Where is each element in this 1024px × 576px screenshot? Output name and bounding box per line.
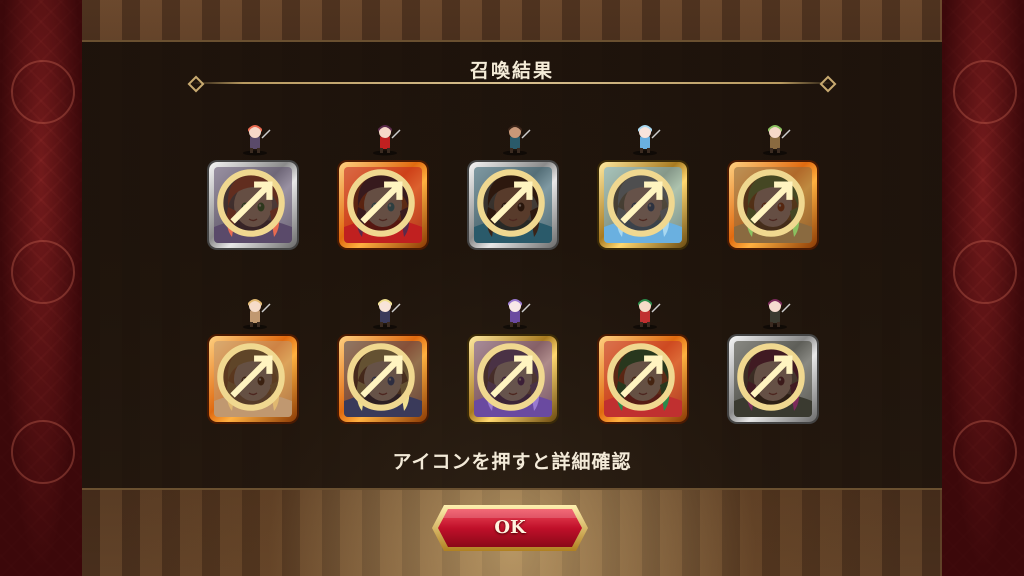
unit-sprite-icon [625, 120, 665, 156]
unit-sprite-icon [365, 120, 405, 156]
element-badge-icon [737, 169, 805, 237]
summoned-unit-4 [599, 120, 691, 252]
unit-portrait-button[interactable] [729, 162, 817, 248]
unit-sprite-icon [235, 294, 275, 330]
unit-portrait-button[interactable] [599, 162, 687, 248]
element-badge-icon [347, 169, 415, 237]
unit-sprite-icon [495, 120, 535, 156]
unit-portrait-button[interactable] [469, 336, 557, 422]
right-ornament-panel [940, 0, 1024, 576]
summoned-unit-1 [209, 120, 301, 252]
unit-sprite-icon [625, 294, 665, 330]
summoned-unit-5 [729, 120, 821, 252]
unit-portrait-button[interactable] [339, 336, 427, 422]
summoned-unit-9 [599, 294, 691, 426]
summoned-unit-6 [209, 294, 301, 426]
element-badge-icon [607, 343, 675, 411]
unit-portrait-button[interactable] [469, 162, 557, 248]
summoned-unit-8 [469, 294, 561, 426]
ok-button-wrap: OK [430, 503, 590, 553]
unit-portrait-button[interactable] [729, 336, 817, 422]
unit-portrait-button[interactable] [339, 162, 427, 248]
summoned-unit-7 [339, 294, 431, 426]
summoned-unit-2 [339, 120, 431, 252]
element-badge-icon [217, 343, 285, 411]
unit-sprite-icon [365, 294, 405, 330]
hint-text: アイコンを押すと詳細確認 [392, 451, 632, 473]
unit-portrait-button[interactable] [209, 336, 297, 422]
left-ornament-panel [0, 0, 84, 576]
element-badge-icon [217, 169, 285, 237]
unit-portrait-button[interactable] [599, 336, 687, 422]
element-badge-icon [477, 343, 545, 411]
element-badge-icon [477, 169, 545, 237]
element-badge-icon [607, 169, 675, 237]
unit-portrait-button[interactable] [209, 162, 297, 248]
ok-button[interactable] [430, 503, 590, 553]
unit-sprite-icon [755, 294, 795, 330]
summoned-unit-10 [729, 294, 821, 426]
summon-result-panel: 召喚結果 アイコンを押すと詳細確認 [82, 40, 942, 490]
unit-sprite-icon [235, 120, 275, 156]
summoned-unit-3 [469, 120, 561, 252]
title-divider [192, 82, 832, 84]
element-badge-icon [347, 343, 415, 411]
unit-sprite-icon [495, 294, 535, 330]
element-badge-icon [737, 343, 805, 411]
panel-title: 召喚結果 [469, 60, 554, 82]
unit-sprite-icon [755, 120, 795, 156]
